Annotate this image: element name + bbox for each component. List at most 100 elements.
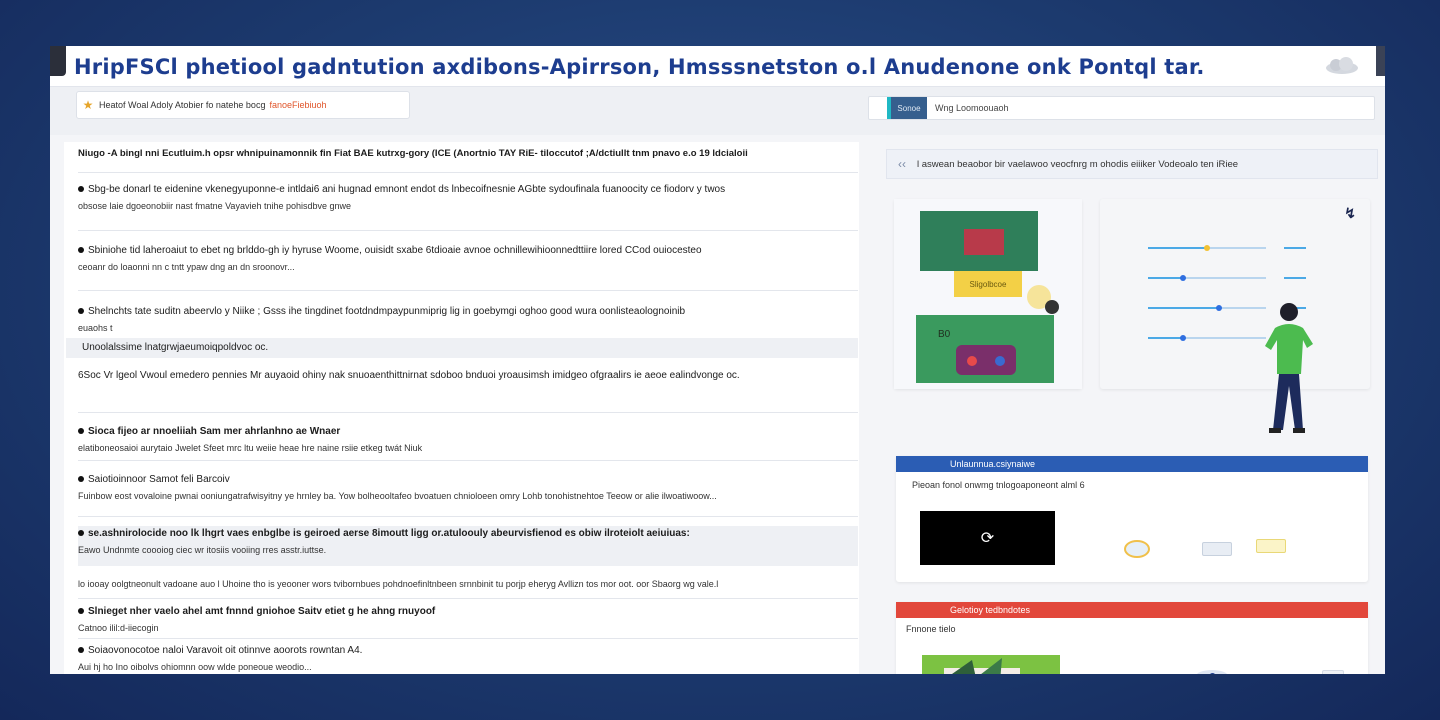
bullet-icon xyxy=(78,186,84,193)
bullet-icon xyxy=(78,428,84,435)
divider xyxy=(78,172,858,173)
cloud-icon[interactable] xyxy=(1322,57,1362,75)
window-control-left[interactable] xyxy=(50,46,66,76)
search-bar[interactable]: Sonoe Wng Loomoouaoh xyxy=(868,96,1375,120)
panel-header: Unlaunnua.csiynaiwe xyxy=(896,456,1368,472)
slider-handle[interactable] xyxy=(1180,275,1186,281)
divider xyxy=(78,638,858,639)
content-list: Niugo -A bingl nni Ecutluim.h opsr whnip… xyxy=(64,142,859,674)
panel-subtitle: Fnnone tielo xyxy=(906,624,956,634)
bullet-icon xyxy=(78,476,84,483)
divider xyxy=(78,516,858,517)
slider-end-segment xyxy=(1284,247,1306,249)
notice-bar[interactable]: ‹‹ l aswean beaobor bir vaelawoo veocfnr… xyxy=(886,149,1378,179)
list-item-title: Sbiniohe tid laheroaiut to ebet ng brldd… xyxy=(88,245,702,256)
notice-text: l aswean beaobor bir vaelawoo veocfnrg m… xyxy=(917,158,1239,170)
list-item-title: Sbg-be donarl te eidenine vkenegyuponne-… xyxy=(88,184,726,195)
swirl-icon[interactable]: ↯ xyxy=(1344,205,1356,222)
bullet-icon xyxy=(78,647,84,654)
divider xyxy=(78,460,858,461)
bullet-icon xyxy=(78,530,84,537)
list-item-subtitle: Catnoo ilil:d-iiecogin xyxy=(78,623,159,633)
slider-fill xyxy=(1148,307,1219,309)
bullet-icon xyxy=(78,608,84,615)
list-item[interactable]: Sbiniohe tid laheroaiut to ebet ng brldd… xyxy=(78,243,858,275)
slider-fill xyxy=(1148,277,1183,279)
slider-handle[interactable] xyxy=(1216,305,1222,311)
list-item-title: Sioca fijeo ar nnoeliiah Sam mer ahrlanh… xyxy=(88,426,341,437)
list-item[interactable]: se.ashnirolocide noo lk lhgrt vaes enbgl… xyxy=(78,526,858,566)
list-item-title: Slnieget nher vaelo ahel amt fnnnd gnioh… xyxy=(88,606,436,617)
classroom-illustration: Sligolbcoe B0 xyxy=(894,199,1082,389)
list-item-title: 6Soc Vr lgeol Vwoul emedero pennies Mr a… xyxy=(78,370,740,381)
list-item-subtitle: euaohs t xyxy=(78,323,113,333)
bullet-icon xyxy=(78,247,84,254)
list-item[interactable]: Soiaovonocotoe naloi Varavoit oit otinnv… xyxy=(78,643,858,674)
panel-subtitle: Pieoan fonol onwmg tnlogoaponeont alml 6 xyxy=(912,480,1085,490)
list-item-subtitle: ceoanr do loaonni nn c tntt ypaw dng an … xyxy=(78,262,295,272)
board-label: B0 xyxy=(938,329,951,340)
card-icon[interactable] xyxy=(1202,542,1232,556)
list-item-subtitle: obsose laie dgoeonobiir nast fmatne Vaya… xyxy=(78,201,352,211)
palette-icon[interactable] xyxy=(1124,540,1150,558)
list-item[interactable]: Sioca fijeo ar nnoeliiah Sam mer ahrlanh… xyxy=(78,424,858,456)
list-item-title: Saiotioinnoor Samot feli Barcoiv xyxy=(88,474,230,485)
person-illustration xyxy=(1265,303,1313,433)
divider xyxy=(78,598,858,599)
chevron-left-icon[interactable]: ‹‹ xyxy=(887,157,917,171)
slider[interactable] xyxy=(1148,305,1306,311)
divider xyxy=(78,230,858,231)
list-item[interactable]: Saiotioinnoor Samot feli Barcoiv Fuinbow… xyxy=(78,472,858,504)
list-item-subtitle: Aui hj ho Ino oibolvs ohiomnn oow wlde p… xyxy=(78,662,312,672)
breadcrumb-accent-link[interactable]: fanoeFiebiuoh xyxy=(269,100,326,110)
divider xyxy=(78,412,858,413)
bullet-icon xyxy=(78,308,84,315)
slider[interactable] xyxy=(1148,245,1306,251)
window-control-right[interactable] xyxy=(1376,46,1385,76)
list-item-subtitle: elatiboneosaioi aurytaio Jwelet Sfeet mr… xyxy=(78,443,423,453)
list-item[interactable]: Unoolalssime lnatgrwjaeumoiqpoldvoc oc. xyxy=(66,338,858,358)
breadcrumb-text: Heatof Woal Adoly Atobier fo natehe bocg xyxy=(99,100,266,110)
media-panel: Unlaunnua.csiynaiwe Pieoan fonol onwmg t… xyxy=(896,456,1368,582)
slider[interactable] xyxy=(1148,275,1306,281)
panel-header: Gelotioy tedbndotes xyxy=(896,602,1368,618)
title-bar: HripFSCl phetiool gadntution axdibons-Ap… xyxy=(50,46,1385,87)
slider-fill xyxy=(1148,337,1183,339)
resources-panel: Gelotioy tedbndotes Fnnone tielo xyxy=(896,602,1368,674)
list-item[interactable]: Sbg-be donarl te eidenine vkenegyuponne-… xyxy=(78,182,858,214)
slider-end-segment xyxy=(1284,277,1306,279)
plant-illustration xyxy=(922,655,1060,674)
star-icon[interactable]: ★ xyxy=(77,98,99,112)
slider[interactable] xyxy=(1148,335,1306,341)
list-item[interactable]: Shelnchts tate suditn abeervlo y Niike ;… xyxy=(78,304,858,336)
replay-icon[interactable]: ⟳ xyxy=(981,528,994,548)
video-player[interactable]: ⟳ xyxy=(920,511,1055,565)
divider xyxy=(78,290,858,291)
eye-icon[interactable] xyxy=(1196,670,1228,674)
list-item[interactable]: 6Soc Vr lgeol Vwoul emedero pennies Mr a… xyxy=(78,368,858,384)
slider-handle[interactable] xyxy=(1204,245,1210,251)
slider-fill xyxy=(1148,247,1207,249)
settings-card: ↯ xyxy=(1100,199,1370,389)
list-item[interactable]: lo iooay oolgtneonult vadoane auo l Uhoi… xyxy=(78,576,858,592)
note-icon[interactable] xyxy=(1256,539,1286,553)
list-item-title: Unoolalssime lnatgrwjaeumoiqpoldvoc oc. xyxy=(82,342,269,353)
list-item-subtitle: Fuinbow eost vovaloine pwnai ooniungatra… xyxy=(78,491,717,501)
illustration-card: Sligolbcoe B0 xyxy=(894,199,1082,389)
list-item[interactable]: Niugo -A bingl nni Ecutluim.h opsr whnip… xyxy=(78,146,858,162)
list-item-subtitle: Eawo Undnmte coooiog ciec wr itosiis voo… xyxy=(78,545,327,555)
list-item-title: Niugo -A bingl nni Ecutluim.h opsr whnip… xyxy=(78,148,748,159)
page-title: HripFSCl phetiool gadntution axdibons-Ap… xyxy=(74,55,1205,79)
slider-handle[interactable] xyxy=(1180,335,1186,341)
breadcrumb[interactable]: ★ Heatof Woal Adoly Atobier fo natehe bo… xyxy=(76,91,410,119)
list-item-title: se.ashnirolocide noo lk lhgrt vaes enbgl… xyxy=(88,528,690,539)
book-label: Sligolbcoe xyxy=(970,280,1007,289)
list-icon[interactable] xyxy=(1322,670,1344,674)
list-item-title: lo iooay oolgtneonult vadoane auo l Uhoi… xyxy=(78,579,719,589)
search-input[interactable]: Wng Loomoouaoh xyxy=(935,103,1009,113)
app-window: HripFSCl phetiool gadntution axdibons-Ap… xyxy=(50,46,1385,674)
list-item[interactable]: Slnieget nher vaelo ahel amt fnnnd gnioh… xyxy=(78,604,858,636)
list-item-title: Soiaovonocotoe naloi Varavoit oit otinnv… xyxy=(88,645,363,656)
list-item-title: Shelnchts tate suditn abeervlo y Niike ;… xyxy=(88,306,686,317)
search-tag[interactable]: Sonoe xyxy=(891,97,927,119)
